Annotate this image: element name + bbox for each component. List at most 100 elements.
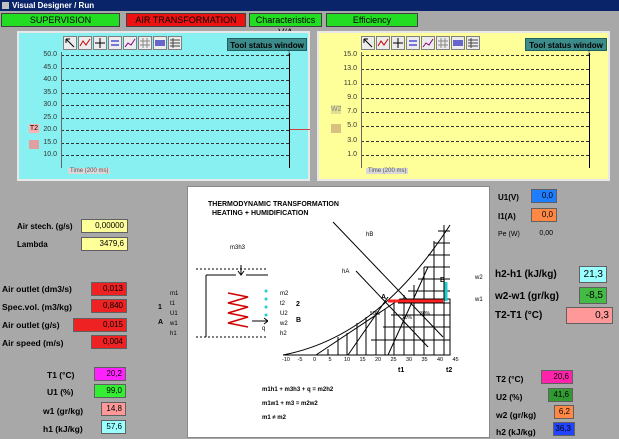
grid-line xyxy=(61,142,289,144)
legend-w2: W2 xyxy=(331,105,342,114)
air-outlet-gs-label: Air outlet (g/s) xyxy=(2,320,60,330)
legend-w1: W1 xyxy=(331,124,342,133)
air-speed-value: 0,004 xyxy=(91,335,127,349)
tab-air-transformation[interactable]: AIR TRANSFORMATION xyxy=(126,13,246,27)
grid-line xyxy=(61,92,289,94)
inlet-label: t1 xyxy=(170,301,176,307)
point-a-label: A xyxy=(381,294,387,301)
grid-line xyxy=(361,140,589,142)
inlet-label: m1 xyxy=(170,291,179,297)
grid-line xyxy=(361,83,589,85)
x-tick-label: 25 xyxy=(390,357,397,363)
scale-tool-icon[interactable] xyxy=(406,36,420,50)
x-axis-label: Time (200 ms) xyxy=(366,168,409,174)
time-cursor-line[interactable] xyxy=(289,53,290,168)
grid-line xyxy=(61,155,289,156)
air-outlet-dm3-value: 0,013 xyxy=(91,282,127,296)
y-tick-label: 25.0 xyxy=(43,113,57,121)
markers-tool-icon[interactable] xyxy=(123,36,137,50)
h2-label: h2 (kJ/kg) xyxy=(496,427,536,437)
x-tick-label: 35 xyxy=(421,357,428,363)
temperature-chart-panel: Tool status window 50.0 45.0 40.0 35.0 30.0 2… xyxy=(17,31,310,181)
label-tool-icon[interactable] xyxy=(153,36,167,50)
outlet-label: t2 xyxy=(280,301,286,307)
spec-vol-label: Spec.vol. (m3/kg) xyxy=(2,302,72,312)
tab-supervision[interactable]: SUPERVISION xyxy=(1,13,120,27)
h2-value: 36,3 xyxy=(553,422,575,436)
time-cursor-line[interactable] xyxy=(589,53,590,168)
zoom-tool-icon[interactable] xyxy=(78,36,92,50)
delta-h-label: h2-h1 (kJ/kg) xyxy=(495,269,557,280)
lambda-label: Lambda xyxy=(17,240,48,249)
outlet-label: m2 xyxy=(280,291,289,297)
y-tick-label: 1.0 xyxy=(347,151,357,158)
y-tick-label: 9.0 xyxy=(347,93,357,101)
x-tick-label: 45 xyxy=(452,357,459,363)
y-tick-label: 35.0 xyxy=(43,88,57,96)
inlet-label: h1 xyxy=(170,331,177,337)
pan-tool-icon[interactable] xyxy=(391,36,405,50)
w2-axis-label: w2 xyxy=(475,275,483,281)
table-tool-icon[interactable] xyxy=(168,36,182,50)
rh-20-label: 20% xyxy=(402,315,413,321)
x-tick-label: 20 xyxy=(375,357,382,363)
grid-tool-icon[interactable] xyxy=(138,36,152,50)
grid-line xyxy=(61,130,289,131)
x-tick-label: 10 xyxy=(344,357,351,363)
legend-t2: T2 xyxy=(29,124,39,133)
markers-tool-icon[interactable] xyxy=(421,36,435,50)
rh-50-label: 50% xyxy=(370,311,381,317)
outlet-label: U2 xyxy=(280,311,288,317)
x-axis-label: Time (200 ms) xyxy=(68,168,111,174)
outlet-label: w2 xyxy=(280,321,288,327)
u1-label: U1 (%) xyxy=(47,387,74,397)
point-b-label: B xyxy=(440,277,446,284)
spec-vol-value: 0,840 xyxy=(91,299,127,313)
scale-tool-icon[interactable] xyxy=(108,36,122,50)
cursor-tool-icon[interactable] xyxy=(361,36,375,50)
x-tick-label: -5 xyxy=(297,357,303,363)
t2-label: T2 (°C) xyxy=(496,374,524,384)
x-tick-label: 40 xyxy=(437,357,444,363)
delta-w-label: w2-w1 (gr/kg) xyxy=(495,291,559,302)
cursor-label: 1 xyxy=(287,50,291,57)
pe-value: 0,00 xyxy=(531,227,557,241)
y-tick-label: 50.0 xyxy=(43,51,57,58)
grid-line xyxy=(61,117,289,119)
label-tool-icon[interactable] xyxy=(451,36,465,50)
y-tick-label: 3.0 xyxy=(347,136,357,144)
y-tick-label: 11.0 xyxy=(343,79,357,87)
grid-line xyxy=(61,80,289,81)
cursor-label: 1 xyxy=(587,50,591,57)
h1-value: 57,6 xyxy=(101,420,126,434)
zoom-tool-icon[interactable] xyxy=(376,36,390,50)
tab-efficiency[interactable]: Efficiency xyxy=(326,13,418,27)
y-tick-label: 40.0 xyxy=(43,76,57,83)
pan-tool-icon[interactable] xyxy=(93,36,107,50)
grid-line xyxy=(361,112,589,114)
tab-characteristics[interactable]: Characteristics V/A xyxy=(249,13,322,37)
grid-tool-icon[interactable] xyxy=(436,36,450,50)
y-tick-label: 13.0 xyxy=(343,65,357,73)
plot-left-border xyxy=(61,52,62,168)
air-outlet-dm3-label: Air outlet (dm3/s) xyxy=(2,284,72,294)
grid-line xyxy=(361,155,589,156)
lambda-value: 3479,6 xyxy=(81,237,128,251)
t1-axis-label: t1 xyxy=(398,367,405,374)
cursor-tool-icon[interactable] xyxy=(63,36,77,50)
grid-line xyxy=(361,69,589,71)
w1-axis-label: w1 xyxy=(475,297,483,303)
t2-value: 20,6 xyxy=(541,370,573,384)
grid-line xyxy=(361,97,589,99)
t1-value: 20,2 xyxy=(94,367,126,381)
table-tool-icon[interactable] xyxy=(466,36,480,50)
plot-left-border xyxy=(361,52,362,168)
y-tick-label: 45.0 xyxy=(43,63,57,71)
state-a-label: A xyxy=(158,319,164,326)
inlet-label: w1 xyxy=(170,321,178,327)
delta-t-value: 0,3 xyxy=(566,307,613,324)
w1-label: w1 (gr/kg) xyxy=(43,406,84,416)
y-tick-label: 30.0 xyxy=(43,101,57,108)
ha-label: hA xyxy=(342,269,350,275)
grid-line xyxy=(61,55,289,56)
